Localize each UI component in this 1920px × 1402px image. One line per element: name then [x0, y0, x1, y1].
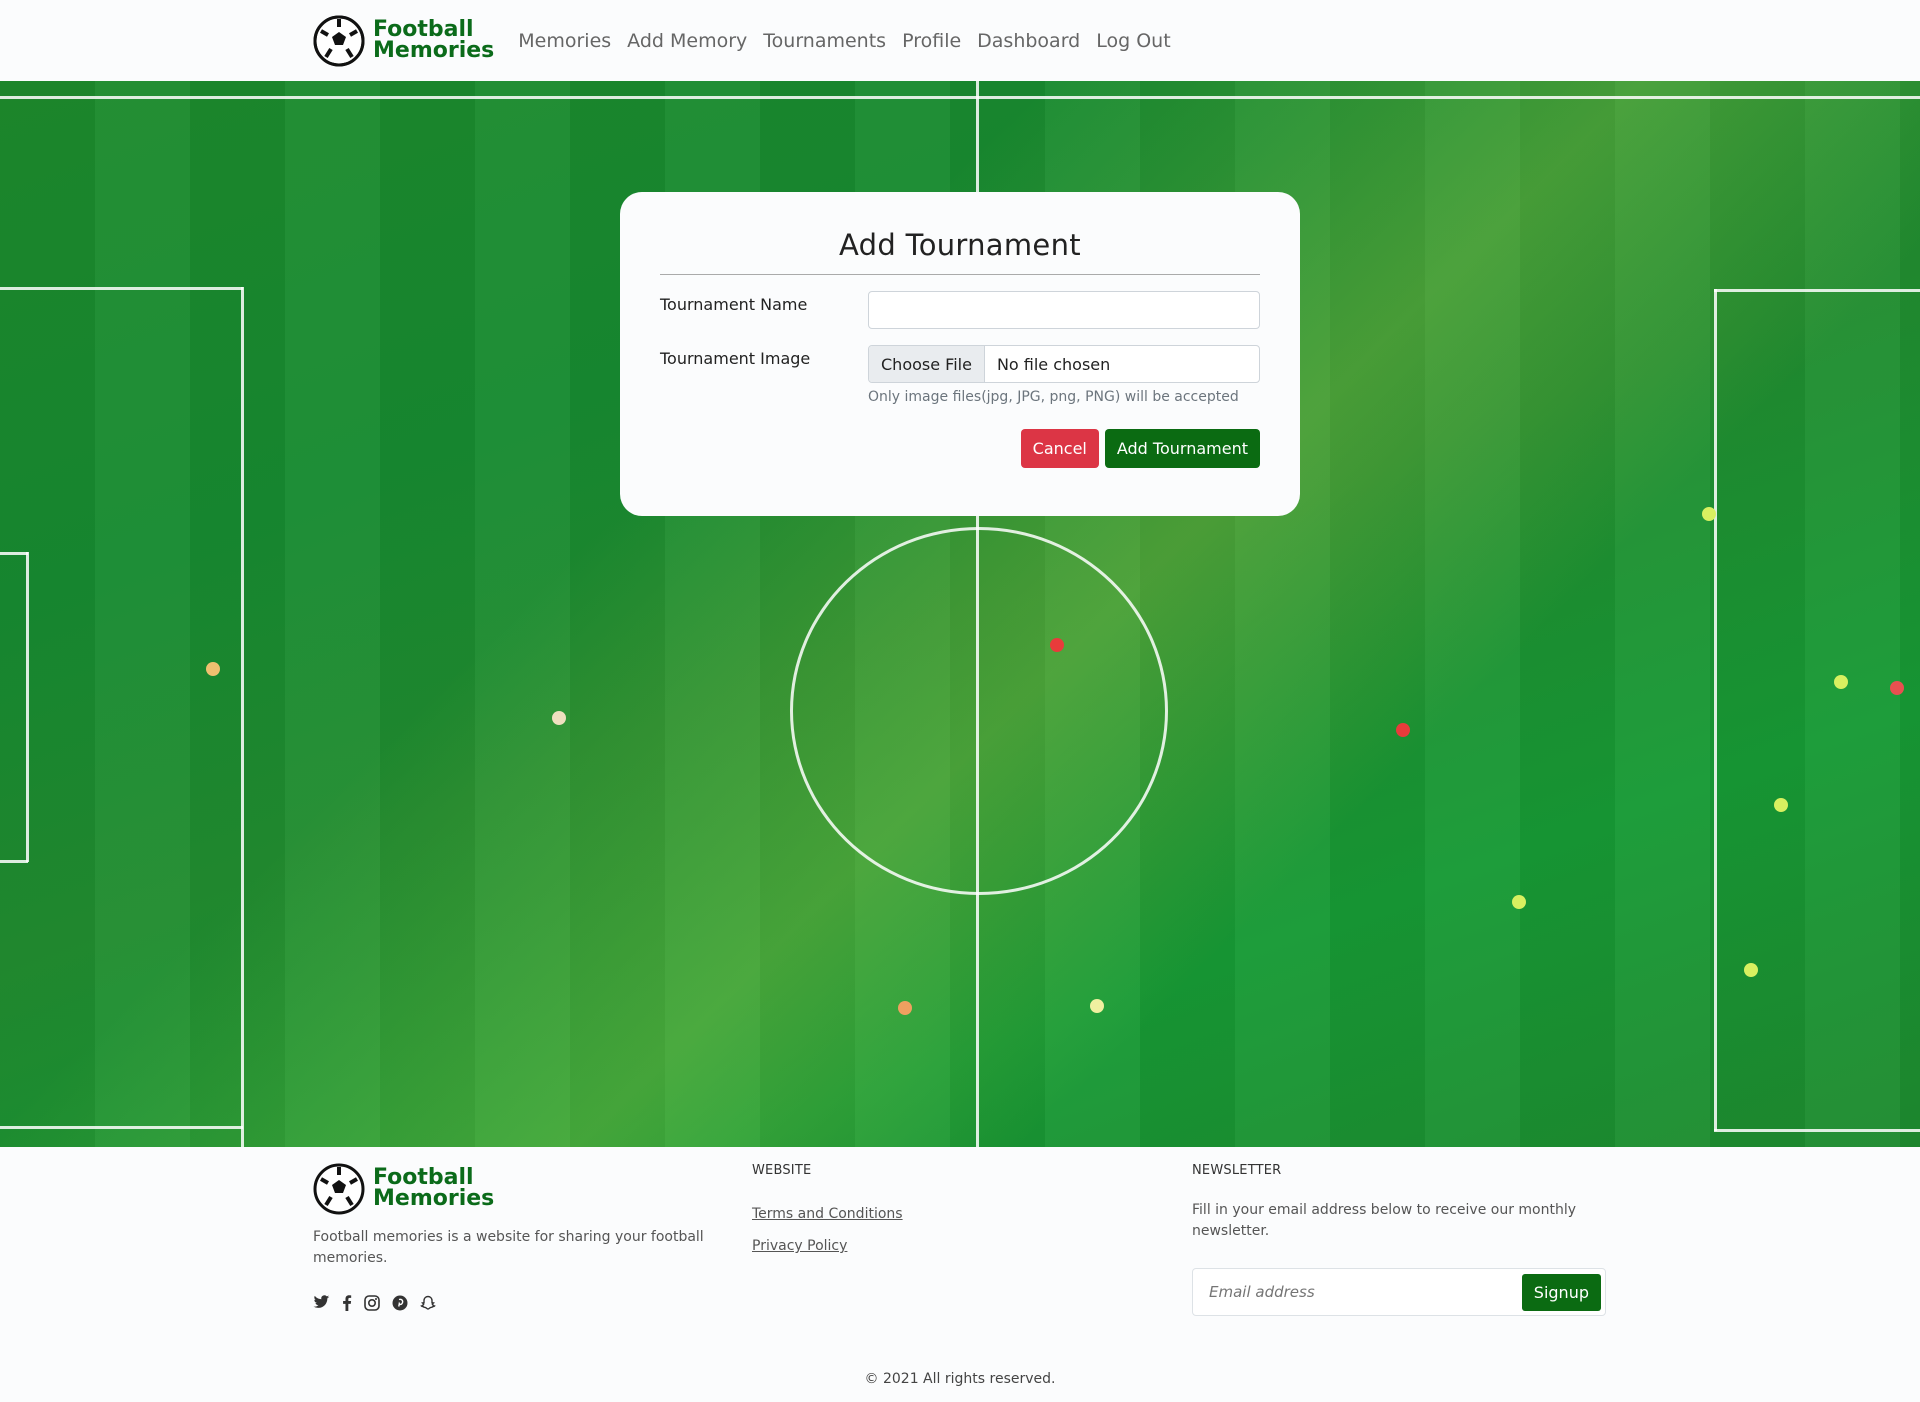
left-box-side [241, 287, 244, 1147]
tournament-name-row: Tournament Name [660, 291, 1260, 329]
left-box-bottom [0, 1126, 243, 1129]
right-box-side [1714, 289, 1717, 1131]
twitter-icon[interactable] [313, 1295, 330, 1310]
footer-brand-name: Football Memories [373, 1167, 495, 1211]
brand-line-2: Memories [373, 37, 495, 63]
player [1834, 675, 1848, 689]
nav-links: Memories Add Memory Tournaments Profile … [518, 30, 1170, 52]
nav-log-out[interactable]: Log Out [1096, 30, 1170, 52]
player [1512, 895, 1526, 909]
newsletter-form: Signup [1192, 1268, 1606, 1316]
email-input[interactable] [1209, 1283, 1489, 1301]
brand-line-2: Memories [373, 1186, 495, 1211]
player [206, 662, 220, 676]
tournament-name-label: Tournament Name [660, 295, 808, 314]
player [1090, 999, 1104, 1013]
brand-name: Football Memories [373, 18, 495, 63]
navbar: Football Memories Memories Add Memory To… [0, 0, 1920, 81]
top-touchline [0, 96, 1920, 99]
tournament-name-input[interactable] [868, 291, 1260, 329]
player [1396, 723, 1410, 737]
footer: Football Memories Football memories is a… [0, 1147, 1920, 1402]
right-box-bottom [1714, 1129, 1920, 1132]
footer-website-column: WEBSITE Terms and Conditions Privacy Pol… [752, 1163, 903, 1270]
brand-logo[interactable]: Football Memories [313, 15, 494, 67]
pinterest-icon[interactable] [392, 1295, 408, 1311]
choose-file-button[interactable]: Choose File [869, 346, 985, 382]
nav-profile[interactable]: Profile [902, 30, 961, 52]
player [1774, 798, 1788, 812]
left-goal-box-top [0, 552, 28, 555]
newsletter-heading: NEWSLETTER [1192, 1163, 1282, 1178]
nav-dashboard[interactable]: Dashboard [977, 30, 1080, 52]
file-type-hint: Only image files(jpg, JPG, png, PNG) wil… [868, 389, 1239, 405]
player [1050, 638, 1064, 652]
form-divider [660, 274, 1260, 275]
player [1702, 507, 1716, 521]
player [898, 1001, 912, 1015]
left-goal-box-side [26, 552, 29, 862]
football-field-background: Add Tournament Tournament Name Tournamen… [0, 81, 1920, 1147]
player [552, 711, 566, 725]
file-status: No file chosen [996, 354, 1111, 374]
footer-about-column: Football Memories Football memories is a… [313, 1163, 723, 1311]
nav-tournaments[interactable]: Tournaments [763, 30, 886, 52]
tournament-image-label: Tournament Image [660, 349, 811, 368]
left-goal-box-bottom [0, 860, 28, 863]
newsletter-text: Fill in your email address below to rece… [1192, 1202, 1577, 1239]
player [1890, 681, 1904, 695]
footer-newsletter-column: NEWSLETTER Fill in your email address be… [1192, 1163, 1606, 1316]
copyright: © 2021 All rights reserved. [864, 1371, 1056, 1387]
add-tournament-button[interactable]: Add Tournament [1104, 429, 1260, 468]
center-circle [790, 527, 1168, 895]
left-box-top [0, 287, 243, 290]
right-box-top [1714, 289, 1920, 292]
soccer-ball-icon [313, 15, 365, 66]
footer-about-text: Football memories is a website for shari… [313, 1229, 704, 1266]
form-actions: Cancel Add Tournament [660, 429, 1260, 468]
privacy-policy-link[interactable]: Privacy Policy [752, 1238, 903, 1254]
facebook-icon[interactable] [342, 1295, 352, 1311]
form-title: Add Tournament [839, 228, 1081, 262]
nav-memories[interactable]: Memories [518, 30, 611, 52]
cancel-button[interactable]: Cancel [1020, 429, 1099, 468]
social-links [313, 1295, 723, 1311]
website-heading: WEBSITE [752, 1163, 812, 1178]
tournament-image-row: Tournament Image Choose File No file cho… [660, 345, 1260, 383]
nav-add-memory[interactable]: Add Memory [627, 30, 747, 52]
soccer-ball-icon [313, 1163, 365, 1215]
snapchat-icon[interactable] [420, 1295, 436, 1311]
tournament-image-input[interactable]: Choose File No file chosen [868, 345, 1260, 383]
terms-link[interactable]: Terms and Conditions [752, 1206, 903, 1222]
signup-button[interactable]: Signup [1521, 1273, 1601, 1311]
player [1744, 963, 1758, 977]
add-tournament-card: Add Tournament Tournament Name Tournamen… [620, 192, 1300, 516]
footer-brand-logo[interactable]: Football Memories [313, 1163, 723, 1215]
instagram-icon[interactable] [364, 1295, 380, 1311]
